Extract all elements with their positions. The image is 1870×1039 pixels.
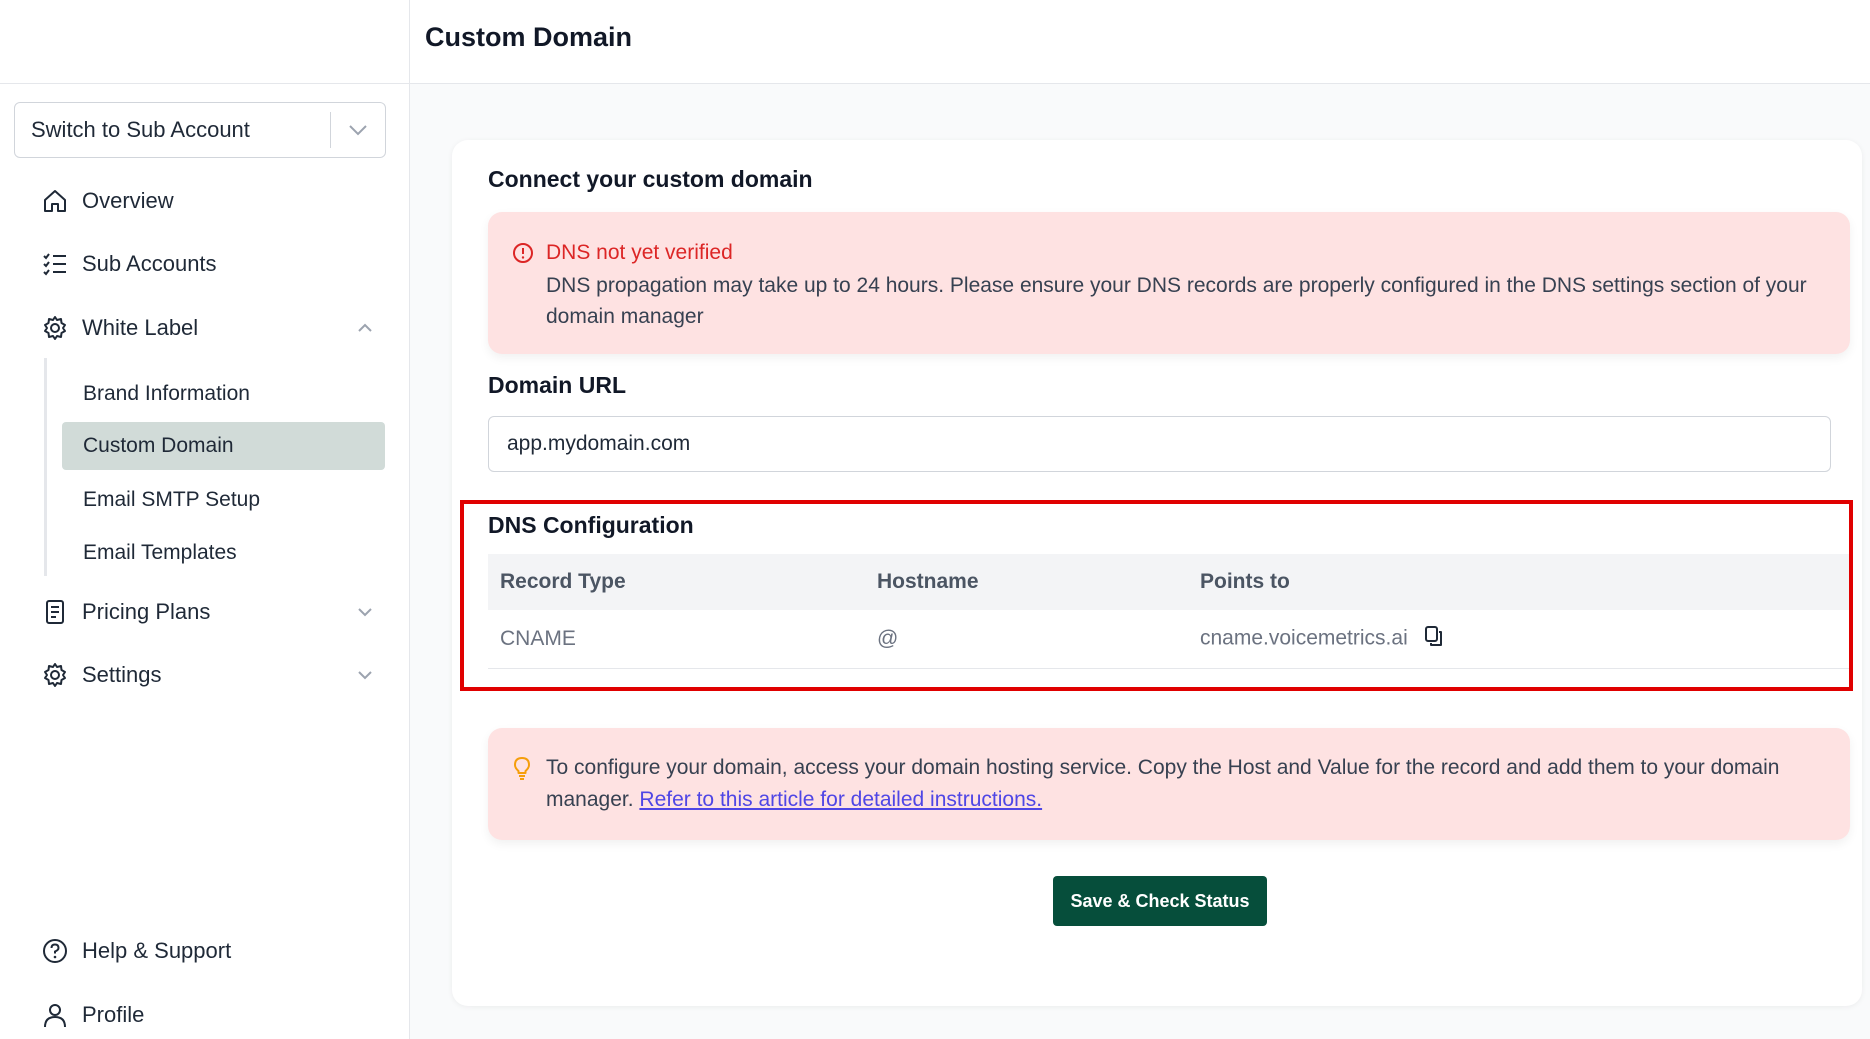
sidebar-item-profile[interactable]: Profile	[40, 990, 380, 1039]
hostname-cell: @	[865, 610, 1188, 669]
save-check-status-button[interactable]: Save & Check Status	[1053, 876, 1267, 926]
sidebar-subitem-label: Brand Information	[83, 382, 250, 405]
copy-icon[interactable]	[1424, 625, 1444, 653]
column-header-record-type: Record Type	[488, 554, 865, 610]
sidebar-subitem-label: Email SMTP Setup	[83, 488, 261, 511]
sidebar-item-sub-accounts[interactable]: Sub Accounts	[40, 239, 380, 289]
table-row: CNAME @ cname.voicemetrics.ai	[488, 610, 1850, 669]
main-content: Connect your custom domain DNS not yet v…	[410, 84, 1870, 1039]
submenu-guide-line	[44, 358, 47, 576]
lightbulb-icon	[512, 756, 532, 785]
sidebar-subitem-brand-information[interactable]: Brand Information	[62, 370, 385, 418]
alert-circle-icon	[512, 242, 534, 269]
dns-configuration-heading: DNS Configuration	[488, 512, 694, 538]
record-type-cell: CNAME	[488, 610, 865, 669]
sidebar-item-label: Profile	[82, 1002, 145, 1027]
sidebar: Switch to Sub Account Overview Sub Accou…	[0, 0, 410, 1039]
help-circle-icon	[40, 936, 70, 966]
configuration-tip: To configure your domain, access your do…	[488, 728, 1850, 840]
column-header-points-to: Points to	[1188, 554, 1850, 610]
sidebar-item-label: Overview	[82, 188, 174, 213]
tip-text-container: To configure your domain, access your do…	[546, 752, 1836, 816]
sidebar-item-label: Pricing Plans	[82, 599, 211, 624]
page-title: Custom Domain	[425, 22, 633, 52]
alert-message: DNS propagation may take up to 24 hours.…	[546, 274, 1807, 328]
list-check-icon	[40, 249, 70, 279]
alert-title: DNS not yet verified	[546, 241, 733, 264]
sidebar-item-pricing-plans[interactable]: Pricing Plans	[40, 587, 380, 637]
column-header-hostname: Hostname	[865, 554, 1188, 610]
sidebar-subitem-email-templates[interactable]: Email Templates	[62, 529, 385, 577]
switch-sub-account-dropdown[interactable]: Switch to Sub Account	[14, 102, 386, 158]
chevron-up-icon[interactable]	[350, 323, 380, 333]
user-icon	[40, 1000, 70, 1030]
sidebar-item-white-label[interactable]: White Label	[40, 303, 380, 353]
chevron-down-icon[interactable]	[331, 124, 385, 136]
home-icon	[40, 186, 70, 216]
sidebar-item-label: Settings	[82, 662, 162, 687]
page-header: Custom Domain	[410, 0, 1870, 84]
receipt-icon	[40, 597, 70, 627]
instructions-article-link[interactable]: Refer to this article for detailed instr…	[639, 788, 1042, 811]
gear-icon	[40, 660, 70, 690]
dns-not-verified-alert: DNS not yet verified DNS propagation may…	[488, 212, 1850, 354]
domain-url-input[interactable]	[488, 416, 1831, 472]
custom-domain-card: Connect your custom domain DNS not yet v…	[452, 140, 1862, 1006]
dns-records-table: Record Type Hostname Points to CNAME @ c…	[488, 554, 1850, 669]
sidebar-subitem-label: Custom Domain	[83, 434, 234, 457]
sidebar-subitem-email-smtp-setup[interactable]: Email SMTP Setup	[62, 476, 385, 524]
sidebar-item-label: Sub Accounts	[82, 251, 217, 276]
points-to-value: cname.voicemetrics.ai	[1200, 626, 1408, 650]
sidebar-item-overview[interactable]: Overview	[40, 176, 380, 226]
domain-url-label: Domain URL	[488, 372, 626, 398]
chevron-down-icon[interactable]	[350, 607, 380, 617]
gear-icon	[40, 313, 70, 343]
sidebar-item-settings[interactable]: Settings	[40, 650, 380, 700]
connect-domain-heading: Connect your custom domain	[488, 166, 813, 192]
switch-sub-account-label: Switch to Sub Account	[31, 117, 250, 142]
sidebar-subitem-label: Email Templates	[83, 541, 237, 564]
sidebar-logo-area	[0, 0, 409, 84]
sidebar-subitem-custom-domain[interactable]: Custom Domain	[62, 422, 385, 470]
sidebar-item-help-support[interactable]: Help & Support	[40, 926, 380, 976]
points-to-cell: cname.voicemetrics.ai	[1188, 610, 1850, 669]
sidebar-item-label: Help & Support	[82, 938, 232, 963]
chevron-down-icon[interactable]	[350, 670, 380, 680]
sidebar-item-label: White Label	[82, 315, 199, 340]
table-header-row: Record Type Hostname Points to	[488, 554, 1850, 610]
